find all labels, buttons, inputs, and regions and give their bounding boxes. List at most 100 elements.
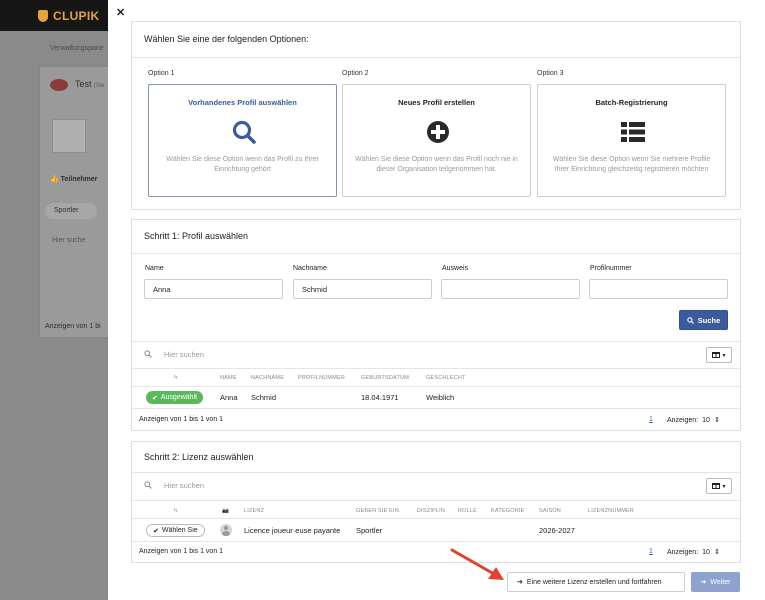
breadcrumb: Verwaltungspane: [50, 45, 104, 52]
table-header-divider: [132, 518, 740, 519]
brand-name: CLUPIK: [53, 9, 100, 23]
option-new-profile[interactable]: Neues Profil erstellen Wählen Sie diese …: [342, 84, 531, 197]
avatar-icon: [220, 524, 232, 536]
card-thumbnail: [52, 119, 86, 153]
table-row-divider: [132, 541, 740, 542]
step1-search-input[interactable]: Hier suchen: [164, 350, 204, 359]
choose-label: Wählen Sie: [161, 527, 198, 534]
step1-table-info: Anzeigen von 1 bis 1 von 1: [139, 416, 224, 423]
col-nachname[interactable]: NACHNAME: [251, 375, 284, 381]
step2-table-info: Anzeigen von 1 bis 1 von 1: [139, 548, 224, 555]
col-rolle[interactable]: ROLLE: [458, 508, 477, 514]
create-another-license-button[interactable]: ➔ Eine weitere Lizenz erstellen und fort…: [507, 572, 685, 592]
per-page-selector[interactable]: Anzeigen: 10 ⇕: [667, 548, 720, 557]
selected-label: Ausgewählt: [160, 394, 198, 401]
brand-shield-icon: [38, 10, 48, 22]
options-title: Wählen Sie eine der folgenden Optionen:: [144, 34, 309, 44]
cell-name: Anna: [220, 393, 238, 402]
search-icon: [232, 120, 256, 144]
step1-title: Schritt 1: Profil auswählen: [144, 231, 249, 241]
nachname-label: Nachname: [293, 265, 327, 272]
option-title: Neues Profil erstellen: [398, 98, 475, 107]
page-1-link[interactable]: 1: [649, 548, 653, 555]
columns-icon: [712, 352, 721, 358]
column-toggle-button[interactable]: ▾: [706, 347, 732, 363]
per-page-selector[interactable]: Anzeigen: 10 ⇕: [667, 416, 720, 425]
col-action: ϟ: [174, 508, 178, 514]
col-name[interactable]: NAME: [220, 375, 237, 381]
profilnummer-label: Profilnummer: [590, 265, 632, 272]
step2-search-input[interactable]: Hier suchen: [164, 481, 204, 490]
selected-button[interactable]: ✔ Ausgewählt: [146, 391, 204, 404]
per-page-value[interactable]: 10: [702, 417, 710, 424]
search-icon: [144, 481, 152, 489]
search-button[interactable]: Suche: [679, 310, 728, 330]
cell-saison: 2026-2027: [539, 526, 575, 535]
option-batch-registration[interactable]: Batch-Registrierung Wählen Sie diese Opt…: [537, 84, 726, 197]
table-header-divider: [132, 386, 740, 387]
step2-title: Schritt 2: Lizenz auswählen: [144, 452, 254, 462]
step1-divider: [132, 253, 740, 254]
search-icon: [144, 350, 152, 358]
cell-geburtsdatum: 18.04.1971: [361, 393, 399, 402]
option-1-label: Option 1: [148, 70, 175, 77]
check-icon: ✔: [152, 394, 158, 402]
col-action: ϟ: [174, 375, 178, 381]
arrow-right-icon: ➔: [700, 579, 707, 586]
chevron-down-icon: ▾: [722, 483, 726, 490]
per-page-label: Anzeigen:: [667, 548, 699, 556]
brand-logo: CLUPIK: [38, 9, 99, 23]
choose-license-button[interactable]: ✔ Wählen Sie: [146, 524, 205, 537]
col-profilnummer[interactable]: PROFILNUMMER: [298, 375, 345, 381]
chevron-down-icon: ▾: [722, 352, 726, 359]
arrow-right-icon: ➔: [517, 579, 523, 586]
background-card: Test (Sw 👍 Teilnehmer Sportler Hier such…: [39, 66, 119, 338]
team-logo-icon: [50, 79, 68, 91]
step2-panel: Schritt 2: Lizenz auswählen Hier suchen …: [131, 441, 741, 563]
step2-table-search: Hier suchen ▾: [132, 473, 740, 501]
search-icon: [686, 316, 694, 324]
check-icon: ✔: [153, 527, 159, 535]
option-description: Wählen Sie diese Option wenn Sie mehrere…: [552, 156, 711, 173]
close-icon[interactable]: ✕: [116, 6, 125, 19]
options-panel: Wählen Sie eine der folgenden Optionen: …: [131, 21, 741, 210]
list-icon: [621, 122, 645, 142]
ausweis-field[interactable]: [441, 279, 580, 299]
page-1-link[interactable]: 1: [649, 416, 653, 423]
profilnummer-field[interactable]: [589, 279, 728, 299]
table-row-divider: [132, 408, 740, 409]
name-field[interactable]: [144, 279, 283, 299]
col-saison[interactable]: SAISON: [539, 508, 561, 514]
cell-lizenz: Licence joueur·euse payante: [244, 526, 341, 535]
col-disziplin[interactable]: DISZIPLIN: [417, 508, 445, 514]
search-button-label: Suche: [697, 315, 721, 325]
plus-circle-icon: [427, 121, 449, 143]
col-typ[interactable]: GEBEN SIE EIN.: [356, 508, 401, 514]
options-divider: [132, 57, 740, 58]
col-geburtsdatum[interactable]: GEBURTSDATUM: [361, 375, 409, 381]
next-label: Weiter: [710, 578, 731, 586]
step1-table-search: Hier suchen ▾: [132, 341, 740, 369]
option-2-label: Option 2: [342, 70, 369, 77]
col-geschlecht[interactable]: GESCHLECHT: [426, 375, 466, 381]
option-existing-profile[interactable]: Vorhandenes Profil auswählen Wählen Sie …: [148, 84, 337, 197]
option-description: Wählen Sie diese Option wenn das Profil …: [355, 156, 518, 173]
annotation-arrow-icon: [450, 548, 504, 580]
sort-arrows-icon: ⇕: [713, 417, 720, 424]
col-photo-icon: 📷: [222, 508, 230, 514]
col-lizenz[interactable]: LIZENZ: [244, 508, 264, 514]
per-page-label: Anzeigen:: [667, 416, 699, 424]
cell-nachname: Schmid: [251, 393, 277, 402]
nachname-field[interactable]: [293, 279, 432, 299]
name-label: Name: [145, 265, 164, 272]
col-lizenznummer[interactable]: LIZENZNUMMER: [588, 508, 634, 514]
column-toggle-button[interactable]: ▾: [706, 478, 732, 494]
columns-icon: [712, 483, 721, 489]
option-3-label: Option 3: [537, 70, 564, 77]
cell-geschlecht: Weiblich: [426, 393, 455, 402]
per-page-value[interactable]: 10: [702, 549, 710, 556]
col-kategorie[interactable]: KATEGORIE: [491, 508, 524, 514]
option-title: Batch-Registrierung: [595, 98, 668, 107]
step1-panel: Schritt 1: Profil auswählen Name Nachnam…: [131, 219, 741, 431]
next-button[interactable]: ➔ Weiter: [691, 572, 740, 592]
